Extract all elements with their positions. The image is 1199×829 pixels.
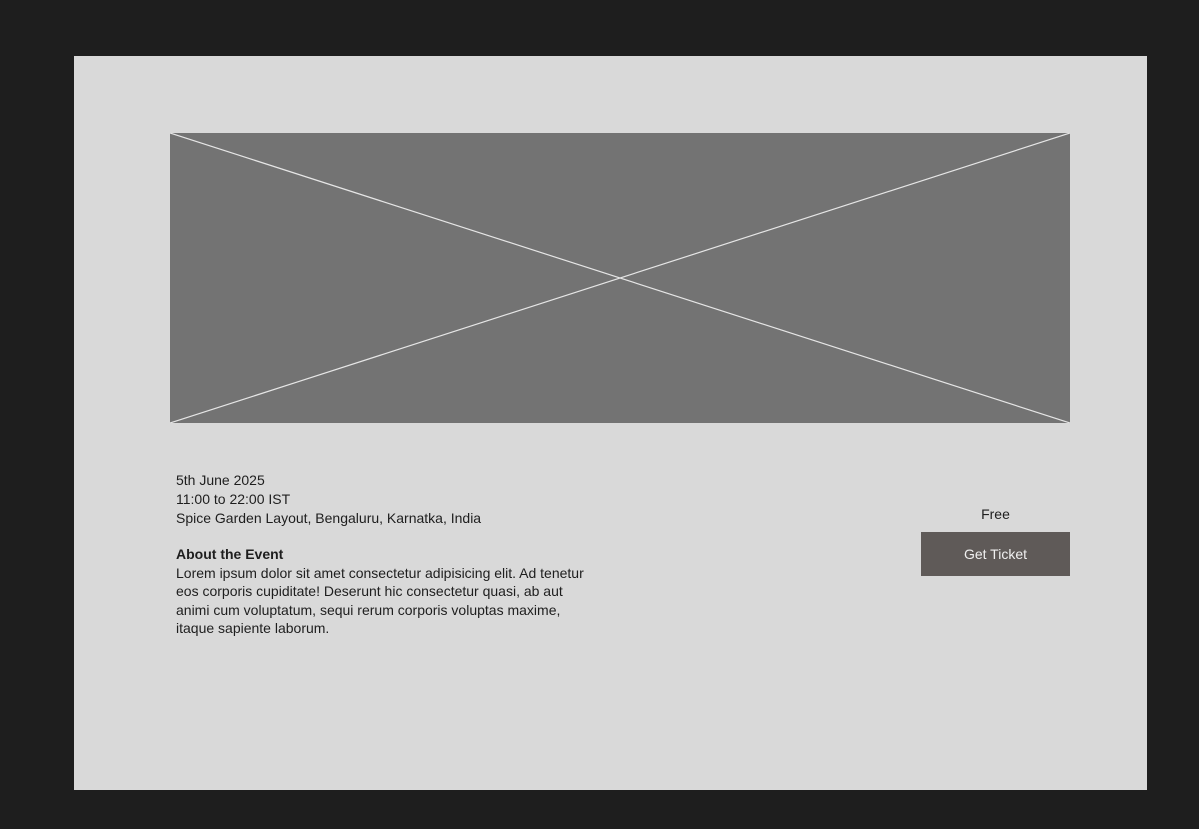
image-placeholder-icon: [170, 133, 1070, 423]
event-date: 5th June 2025: [176, 472, 265, 488]
get-ticket-button[interactable]: Get Ticket: [921, 532, 1070, 576]
event-details: 5th June 2025 11:00 to 22:00 IST Spice G…: [176, 471, 596, 528]
about-section: About the Event Lorem ipsum dolor sit am…: [176, 545, 586, 638]
event-page: 5th June 2025 11:00 to 22:00 IST Spice G…: [74, 56, 1147, 790]
event-location: Spice Garden Layout, Bengaluru, Karnatka…: [176, 510, 482, 526]
about-title: About the Event: [176, 546, 284, 562]
ticket-price: Free: [981, 506, 1010, 522]
event-banner-image-placeholder: [170, 133, 1070, 423]
event-time: 11:00 to 22:00 IST: [176, 491, 291, 507]
about-description: Lorem ipsum dolor sit amet consectetur a…: [176, 564, 584, 637]
